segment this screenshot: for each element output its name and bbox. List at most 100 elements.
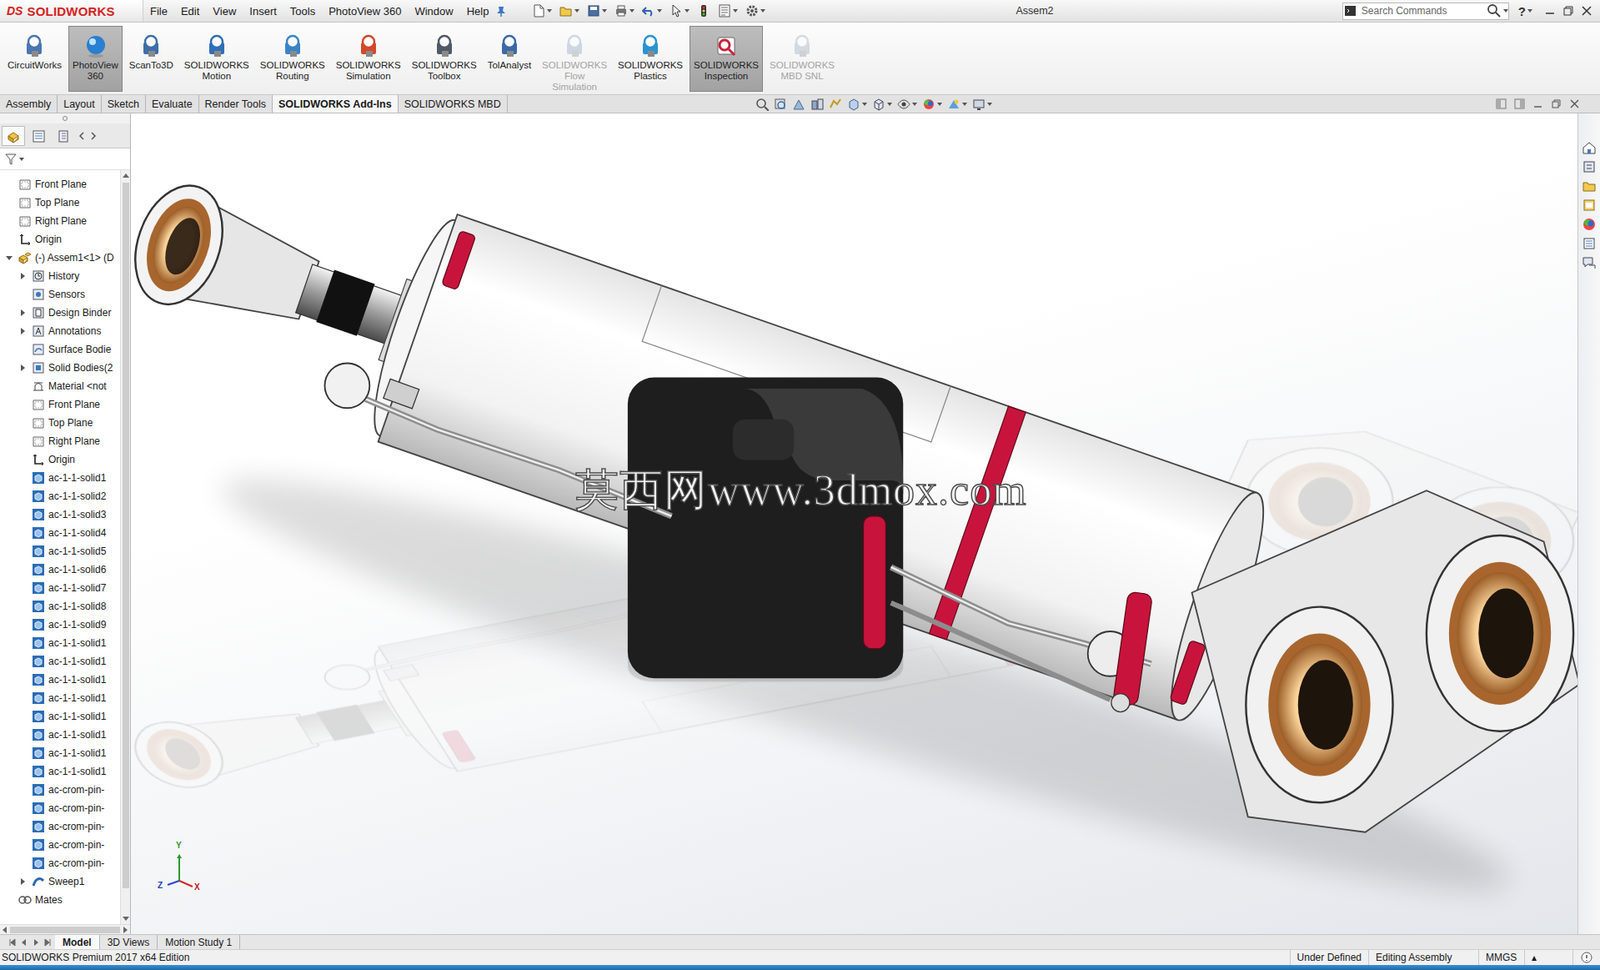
dropdown-caret-icon[interactable] xyxy=(987,102,993,106)
design-library-icon[interactable] xyxy=(1581,178,1597,194)
tree-item[interactable]: Right Plane xyxy=(0,211,121,231)
menu-item[interactable]: Insert xyxy=(242,1,284,21)
origin-icon[interactable] xyxy=(31,452,46,467)
plane-icon[interactable] xyxy=(18,214,32,228)
ribbon-button[interactable]: TolAnalyst xyxy=(483,25,536,92)
zoom-to-fit-icon[interactable] xyxy=(755,97,769,111)
part-icon[interactable] xyxy=(31,636,46,650)
toolbar-button[interactable] xyxy=(697,4,711,18)
model-tab-label[interactable]: 3D Views xyxy=(107,936,150,948)
restore-icon[interactable] xyxy=(1561,4,1575,18)
previous-tab-icon[interactable] xyxy=(20,937,29,947)
manager-tab[interactable] xyxy=(1,125,26,146)
ribbon-button[interactable]: SOLIDWORKSRouting xyxy=(255,25,330,92)
tree-expander[interactable] xyxy=(16,325,29,337)
dropdown-caret-icon[interactable] xyxy=(912,102,918,106)
command-tab[interactable]: Sketch xyxy=(101,95,146,113)
dropdown-caret-icon[interactable] xyxy=(1503,9,1509,13)
toolbar-button[interactable] xyxy=(745,4,766,18)
tree-item[interactable]: Design Binder xyxy=(0,303,121,322)
tree-item[interactable]: Surface Bodie xyxy=(0,340,121,359)
tree-item[interactable]: ac-crom-pin- xyxy=(0,780,121,799)
doc-minimize-icon[interactable] xyxy=(1532,98,1544,110)
vertical-scrollbar[interactable] xyxy=(120,170,131,924)
part-icon[interactable] xyxy=(31,471,46,485)
ribbon-button[interactable]: SOLIDWORKSToolbox xyxy=(407,25,482,92)
save-icon[interactable] xyxy=(586,4,601,18)
filter-button[interactable] xyxy=(4,152,25,166)
doc-close-icon[interactable] xyxy=(1569,98,1580,110)
menu-item[interactable]: Tools xyxy=(283,1,322,21)
tree-label[interactable]: Origin xyxy=(48,453,76,466)
view-tool[interactable] xyxy=(810,97,824,111)
resources-icon[interactable] xyxy=(1581,159,1597,175)
feature-tree-icon[interactable] xyxy=(5,128,21,144)
scroll-right-icon[interactable] xyxy=(123,926,128,933)
menu-item[interactable]: PhotoView 360 xyxy=(321,1,408,21)
status-cell[interactable]: MMGS xyxy=(1478,949,1525,965)
tree-label[interactable]: Front Plane xyxy=(35,178,87,191)
view-tool[interactable] xyxy=(792,97,806,111)
toolbar-button[interactable] xyxy=(717,4,738,18)
select-cursor-icon[interactable] xyxy=(669,4,683,18)
menu-item[interactable]: View xyxy=(205,1,243,21)
part-icon[interactable] xyxy=(31,507,46,522)
tree-expander[interactable] xyxy=(16,270,29,282)
search-box[interactable] xyxy=(1342,2,1510,21)
last-tab-icon[interactable] xyxy=(43,937,52,947)
help-button[interactable]: ? xyxy=(1515,4,1535,19)
tree-item[interactable]: ac-1-1-solid7 xyxy=(0,578,121,597)
expand-arrow-icon[interactable] xyxy=(5,255,13,261)
tree-item[interactable]: ac-1-1-solid5 xyxy=(0,541,121,561)
tree-item[interactable]: ac-1-1-solid1 xyxy=(0,468,121,487)
pin-icon[interactable] xyxy=(495,5,507,17)
view-tool[interactable] xyxy=(847,97,868,111)
filter-funnel-icon[interactable] xyxy=(4,152,18,166)
manager-tab[interactable] xyxy=(26,125,51,146)
surface-icon[interactable] xyxy=(31,342,46,357)
scroll-left-icon[interactable] xyxy=(2,926,7,933)
view-tool[interactable] xyxy=(947,97,968,111)
new-document-icon[interactable] xyxy=(531,4,546,18)
menu-item[interactable]: Window xyxy=(407,1,460,21)
tree-label[interactable]: ac-1-1-solid1 xyxy=(48,471,106,484)
print-icon[interactable] xyxy=(614,4,628,18)
dropdown-caret-icon[interactable] xyxy=(574,9,580,13)
model-tab-label[interactable]: Motion Study 1 xyxy=(165,936,232,948)
menu-item[interactable]: Edit xyxy=(174,1,206,21)
tree-expander[interactable] xyxy=(16,306,29,319)
tree-item[interactable]: ac-1-1-solid1 xyxy=(0,688,121,708)
dropdown-caret-icon[interactable] xyxy=(601,9,607,13)
tree-item[interactable]: Origin xyxy=(0,230,121,249)
quick-tips-icon[interactable] xyxy=(1579,950,1594,964)
model-tab[interactable]: Motion Study 1 xyxy=(157,934,241,949)
part-icon[interactable] xyxy=(31,562,46,577)
tree-label[interactable]: Top Plane xyxy=(35,196,80,209)
add-in-icon[interactable] xyxy=(431,32,457,58)
part-icon[interactable] xyxy=(31,856,46,870)
add-in-icon[interactable] xyxy=(21,32,47,58)
tree-label[interactable]: ac-1-1-solid3 xyxy=(48,508,106,521)
rebuild-icon[interactable] xyxy=(697,4,711,18)
history-icon[interactable] xyxy=(31,269,46,283)
menu-item[interactable]: File xyxy=(143,1,175,21)
binder-icon[interactable] xyxy=(31,305,46,320)
tree-item[interactable]: Mates xyxy=(0,890,121,909)
tree-label[interactable]: ac-crom-pin- xyxy=(48,783,105,796)
open-folder-icon[interactable] xyxy=(559,4,573,18)
toolbar-button[interactable] xyxy=(614,4,635,18)
command-tab[interactable]: Layout xyxy=(57,95,102,113)
view-tool[interactable] xyxy=(828,97,843,111)
tree-label[interactable]: Sweep1 xyxy=(48,875,85,888)
origin-icon[interactable] xyxy=(18,232,32,246)
part-icon[interactable] xyxy=(31,709,46,723)
tree-item[interactable]: Top Plane xyxy=(0,413,121,432)
search-input[interactable] xyxy=(1358,5,1487,17)
view-settings-icon[interactable] xyxy=(972,97,986,111)
part-icon[interactable] xyxy=(31,727,46,742)
section-view-icon[interactable] xyxy=(810,97,824,111)
dropdown-caret-icon[interactable] xyxy=(732,9,738,13)
model-tab[interactable]: 3D Views xyxy=(100,934,158,949)
tab-label[interactable]: SOLIDWORKS MBD xyxy=(404,98,502,111)
tree-label[interactable]: Material <not xyxy=(48,380,107,392)
